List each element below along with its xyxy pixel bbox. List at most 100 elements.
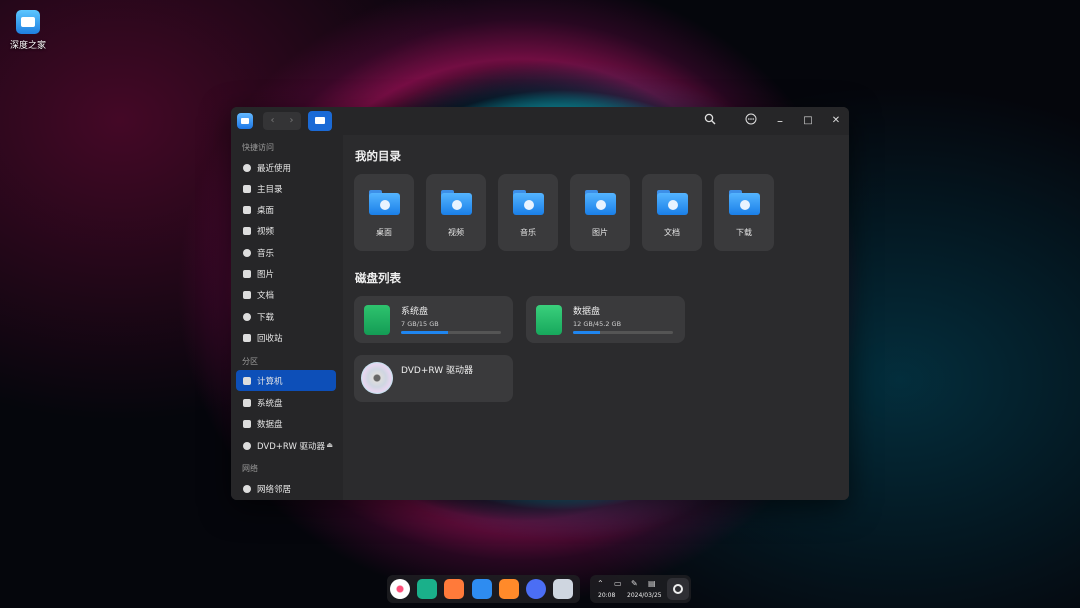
sidebar-item-dvd-drive[interactable]: DVD+RW 驱动器 ⏏	[236, 435, 336, 456]
folder-music[interactable]: 音乐	[498, 174, 558, 251]
picture-icon	[243, 269, 251, 278]
archive-icon[interactable]	[499, 579, 519, 599]
minimize-button[interactable]: –	[771, 112, 789, 130]
search-button[interactable]	[701, 112, 719, 130]
dvd-icon	[243, 441, 251, 450]
sidebar-item-label: 主目录	[257, 184, 283, 195]
sidebar-item-home[interactable]: 主目录	[236, 178, 336, 199]
sidebar-item-desktop[interactable]: 桌面	[236, 199, 336, 220]
home-icon	[243, 184, 251, 193]
forward-button[interactable]: ›	[282, 112, 301, 130]
my-directory-heading: 我的目录	[355, 149, 401, 163]
trash-icon[interactable]	[553, 579, 573, 599]
sidebar-item-label: 桌面	[257, 205, 275, 216]
close-button[interactable]: ✕	[827, 112, 845, 130]
music-icon	[243, 248, 251, 257]
settings-icon[interactable]	[526, 579, 546, 599]
desktop-icon	[243, 205, 251, 214]
sidebar-item-documents[interactable]: 文档	[236, 284, 336, 305]
sidebar-item-videos[interactable]: 视频	[236, 220, 336, 241]
document-icon	[243, 290, 251, 299]
sidebar-item-label: DVD+RW 驱动器	[257, 441, 326, 452]
download-icon	[243, 312, 251, 321]
data-disk-icon	[536, 305, 562, 335]
trash-icon	[243, 333, 251, 342]
disk-usage-fill	[573, 331, 600, 334]
sidebar-item-music[interactable]: 音乐	[236, 242, 336, 263]
sidebar-item-recent[interactable]: 最近使用	[236, 157, 336, 178]
file-manager-window: ‹ › – □ ✕ 快捷访问 最近使用 主目录 桌面 视频 音乐 图片 文档 下	[231, 107, 849, 500]
disk-usage-fill	[401, 331, 448, 334]
sidebar-item-computer[interactable]: 计算机	[236, 370, 336, 391]
desktop-icon-label: 深度之家	[9, 41, 46, 51]
sidebar-item-label: 回收站	[257, 333, 283, 344]
picture-folder-icon	[585, 190, 616, 215]
sidebar-item-label: 数据盘	[257, 419, 283, 430]
screen-icon[interactable]: ▤	[648, 579, 656, 588]
pen-icon[interactable]: ✎	[631, 579, 638, 588]
clock-date[interactable]: 2024/03/25	[627, 592, 662, 599]
sidebar-item-label: 文档	[257, 290, 275, 301]
disk-usage-bar	[573, 331, 673, 334]
sidebar-item-label: 系统盘	[257, 398, 283, 409]
menu-icon	[745, 113, 757, 125]
dock	[387, 575, 580, 603]
section-title-quick-access: 快捷访问	[242, 143, 274, 152]
sidebar-item-data-disk[interactable]: 数据盘	[236, 413, 336, 434]
folder-documents[interactable]: 文档	[642, 174, 702, 251]
sidebar-item-downloads[interactable]: 下载	[236, 306, 336, 327]
keyboard-icon[interactable]: ▭	[614, 579, 622, 588]
section-title-partitions: 分区	[242, 357, 258, 366]
desktop-folder-icon	[369, 190, 400, 215]
music-folder-icon	[513, 190, 544, 215]
sidebar-item-network-neighborhood[interactable]: 网络邻居	[236, 478, 336, 499]
folder-downloads[interactable]: 下载	[714, 174, 774, 251]
video-folder-icon	[441, 190, 472, 215]
video-icon	[243, 226, 251, 235]
disk-usage-bar	[401, 331, 501, 334]
disk-card-system[interactable]: 系统盘 7 GB/15 GB	[354, 296, 513, 343]
disk-name: DVD+RW 驱动器	[401, 366, 474, 376]
desktop-icon-deepin-home[interactable]: 深度之家	[8, 10, 48, 51]
breadcrumb-computer[interactable]	[308, 111, 332, 131]
folder-videos[interactable]: 视频	[426, 174, 486, 251]
launcher-icon[interactable]	[390, 579, 410, 599]
eject-icon[interactable]: ⏏	[326, 441, 333, 449]
folder-label: 视频	[448, 228, 464, 237]
disk-size: 12 GB/45.2 GB	[573, 320, 622, 328]
back-button[interactable]: ‹	[263, 112, 282, 130]
terminal-icon[interactable]	[417, 579, 437, 599]
computer-icon	[243, 376, 251, 385]
sidebar-item-label: 视频	[257, 226, 275, 237]
menu-button[interactable]	[742, 112, 760, 130]
network-icon	[243, 484, 251, 493]
disk-card-dvd[interactable]: DVD+RW 驱动器	[354, 355, 513, 402]
sidebar-item-label: 下载	[257, 312, 275, 323]
system-disk-icon	[364, 305, 390, 335]
section-title-network: 网络	[242, 464, 258, 473]
file-manager-icon[interactable]	[472, 579, 492, 599]
folder-desktop[interactable]: 桌面	[354, 174, 414, 251]
power-button[interactable]	[667, 578, 689, 600]
folder-label: 桌面	[376, 228, 392, 237]
disk-icon	[243, 419, 251, 428]
folder-label: 文档	[664, 228, 680, 237]
search-icon	[704, 113, 716, 125]
folder-label: 音乐	[520, 228, 536, 237]
disk-name: 系统盘	[401, 307, 429, 317]
dvd-disc-icon	[361, 362, 393, 394]
sidebar-item-label: 网络邻居	[257, 484, 292, 495]
disk-size: 7 GB/15 GB	[401, 320, 439, 328]
clock-icon	[243, 163, 251, 172]
disk-list-heading: 磁盘列表	[355, 271, 401, 285]
sidebar-item-label: 音乐	[257, 248, 275, 259]
chevron-up-icon[interactable]: ⌃	[597, 579, 604, 588]
sidebar-item-system-disk[interactable]: 系统盘	[236, 392, 336, 413]
folder-pictures[interactable]: 图片	[570, 174, 630, 251]
app-store-icon[interactable]	[444, 579, 464, 599]
sidebar-item-trash[interactable]: 回收站	[236, 327, 336, 348]
disk-card-data[interactable]: 数据盘 12 GB/45.2 GB	[526, 296, 685, 343]
maximize-button[interactable]: □	[799, 112, 817, 130]
sidebar-item-pictures[interactable]: 图片	[236, 263, 336, 284]
clock-time[interactable]: 20:08	[598, 592, 615, 599]
